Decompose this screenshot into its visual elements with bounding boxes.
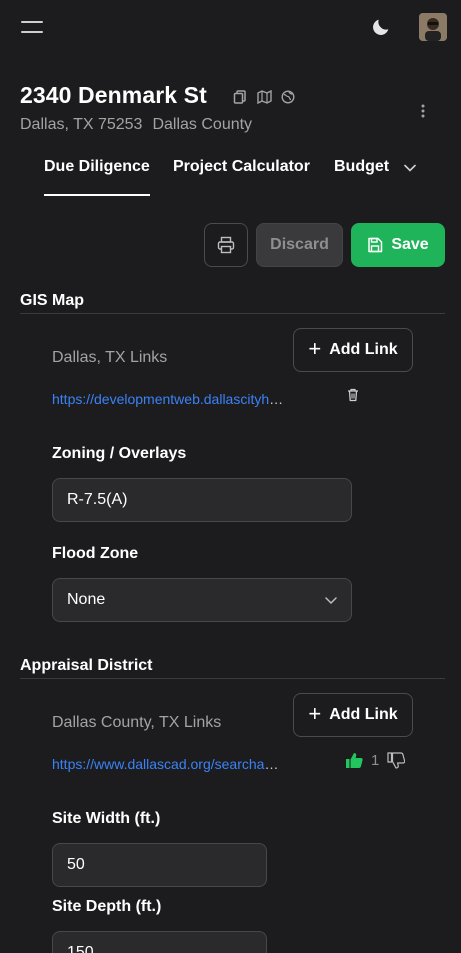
save-button[interactable]: Save bbox=[351, 223, 445, 267]
property-location: Dallas, TX 75253 Dallas County bbox=[20, 116, 252, 134]
zoning-input[interactable]: R-7.5(A) bbox=[52, 478, 352, 522]
flood-zone-value: None bbox=[67, 591, 106, 608]
trash-icon[interactable] bbox=[344, 386, 362, 404]
site-depth-label: Site Depth (ft.) bbox=[52, 898, 162, 915]
link-vote: 1 bbox=[345, 752, 406, 769]
appraisal-link-text: https://www.dallascad.org/searcha bbox=[52, 756, 265, 772]
printer-icon bbox=[217, 236, 235, 254]
gis-link[interactable]: https://developmentweb.dallascityh… bbox=[52, 391, 302, 407]
county: Dallas County bbox=[152, 116, 253, 133]
flood-zone-label: Flood Zone bbox=[52, 545, 139, 562]
appraisal-link[interactable]: https://www.dallascad.org/searcha… bbox=[52, 756, 298, 772]
moon-icon[interactable] bbox=[369, 15, 393, 39]
thumbs-up-icon[interactable] bbox=[345, 752, 363, 769]
upvote-count: 1 bbox=[371, 752, 380, 769]
globe-icon[interactable] bbox=[280, 89, 296, 105]
user-avatar[interactable] bbox=[419, 13, 447, 41]
active-tab-indicator bbox=[44, 194, 150, 196]
site-depth-value: 150 bbox=[67, 944, 94, 953]
save-icon bbox=[368, 237, 383, 253]
gis-link-text: https://developmentweb.dallascityh bbox=[52, 391, 270, 407]
save-label: Save bbox=[391, 236, 429, 253]
tab-project-calculator[interactable]: Project Calculator bbox=[173, 158, 310, 176]
gis-add-link-button[interactable]: + Add Link bbox=[293, 328, 413, 372]
print-button[interactable] bbox=[204, 223, 248, 267]
appraisal-section-title: Appraisal District bbox=[20, 657, 153, 674]
tab-budget[interactable]: Budget bbox=[334, 158, 389, 176]
zoning-value: R-7.5(A) bbox=[67, 491, 128, 508]
more-vertical-icon[interactable] bbox=[414, 101, 432, 121]
add-link-label: Add Link bbox=[329, 706, 398, 723]
site-width-value: 50 bbox=[67, 856, 85, 873]
map-icon[interactable] bbox=[256, 89, 272, 105]
chevron-down-icon[interactable] bbox=[402, 160, 418, 176]
property-address: 2340 Denmark St bbox=[20, 82, 207, 108]
tab-due-diligence[interactable]: Due Diligence bbox=[44, 158, 150, 176]
gis-map-section-title: GIS Map bbox=[20, 292, 85, 309]
copy-icon[interactable] bbox=[232, 89, 248, 105]
site-width-input[interactable]: 50 bbox=[52, 843, 267, 887]
section-divider bbox=[20, 313, 445, 314]
appraisal-add-link-button[interactable]: + Add Link bbox=[293, 693, 413, 737]
plus-icon: + bbox=[308, 701, 322, 726]
site-depth-input[interactable]: 150 bbox=[52, 931, 267, 953]
tab-bar: Due Diligence Project Calculator Budget bbox=[0, 150, 461, 198]
discard-button[interactable]: Discard bbox=[256, 223, 343, 267]
site-width-label: Site Width (ft.) bbox=[52, 810, 161, 827]
section-divider bbox=[20, 678, 445, 679]
thumbs-down-icon[interactable] bbox=[387, 752, 406, 769]
city-state-zip: Dallas, TX 75253 bbox=[20, 116, 143, 133]
hamburger-menu-icon[interactable] bbox=[20, 16, 44, 38]
chevron-down-icon bbox=[325, 597, 337, 605]
plus-icon: + bbox=[308, 336, 322, 361]
add-link-label: Add Link bbox=[329, 341, 398, 358]
zoning-label: Zoning / Overlays bbox=[52, 445, 187, 462]
appraisal-links-label: Dallas County, TX Links bbox=[52, 714, 222, 731]
flood-zone-select[interactable]: None bbox=[52, 578, 352, 622]
gis-links-label: Dallas, TX Links bbox=[52, 349, 168, 366]
